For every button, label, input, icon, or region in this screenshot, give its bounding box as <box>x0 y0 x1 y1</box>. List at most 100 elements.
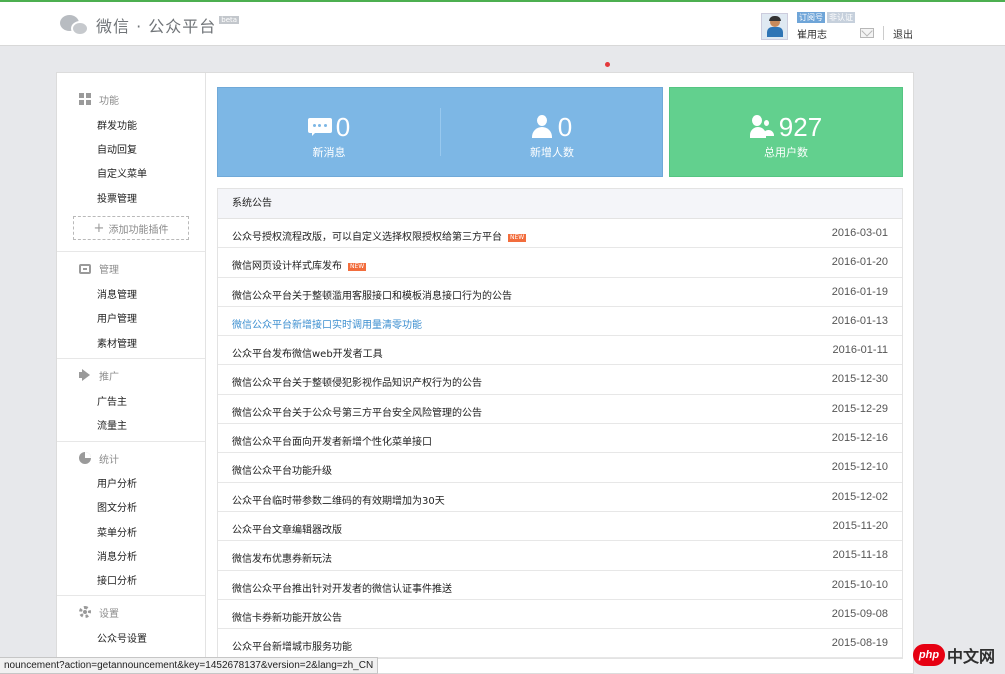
sidebar-item-user-analysis[interactable]: 用户分析 <box>97 475 137 490</box>
inbox-icon <box>79 264 91 274</box>
sidebar-item-account-settings[interactable]: 公众号设置 <box>97 630 147 645</box>
table-row[interactable]: 微信公众平台功能升级 2015-12-10 <box>218 453 902 483</box>
user-icon <box>531 115 552 139</box>
top-bar: 微信 · 公众平台 beta 订阅号 非认证 崔用志 退出 <box>0 0 1005 46</box>
sidebar-item-article-analysis[interactable]: 图文分析 <box>97 499 137 514</box>
total-users-label: 总用户数 <box>764 146 808 159</box>
announcement-title[interactable]: 微信公众平台关于公众号第三方平台安全风险管理的公告 <box>232 404 482 419</box>
stats-card-total: 927 总用户数 <box>669 87 903 177</box>
new-messages-stat[interactable]: 0 新消息 <box>218 88 440 176</box>
new-users-label: 新增人数 <box>530 146 574 159</box>
logout-link[interactable]: 退出 <box>893 26 913 41</box>
table-row[interactable]: 微信公众平台面向开发者新增个性化菜单接口 2015-12-16 <box>218 424 902 454</box>
announcement-list: 系统公告 公众号授权流程改版，可以自定义选择权限授权给第三方平台 NEW 2016-… <box>217 188 903 660</box>
watermark-text: 中文网 <box>947 647 996 666</box>
table-row[interactable]: 公众平台文章编辑器改版 2015-11-20 <box>218 512 902 542</box>
megaphone-icon <box>79 369 91 381</box>
account-name[interactable]: 崔用志 <box>797 26 827 41</box>
sidebar-section-title: 推广 <box>99 371 119 383</box>
new-users-count: 0 <box>557 112 573 142</box>
sidebar: 功能 群发功能 自动回复 自定义菜单 投票管理 + 添加功能插件 管理 消息管理 … <box>57 73 206 673</box>
sidebar-section-settings: 设置 <box>79 605 119 620</box>
new-badge: NEW <box>348 263 367 272</box>
table-row[interactable]: 微信公众平台关于整顿滥用客服接口和模板消息接口行为的公告 2016-01-19 <box>218 278 902 307</box>
announcement-date: 2015-12-10 <box>831 461 888 474</box>
watermark-badge: php <box>913 644 945 666</box>
announcement-title[interactable]: 微信公众平台面向开发者新增个性化菜单接口 <box>232 433 432 448</box>
chat-icon <box>307 118 332 136</box>
sidebar-item-messages[interactable]: 消息管理 <box>97 286 137 301</box>
announcement-title[interactable]: 微信公众平台功能升级 <box>232 462 332 477</box>
sidebar-item-mass-send[interactable]: 群发功能 <box>97 117 137 132</box>
announcement-title[interactable]: 公众平台临时带参数二维码的有效期增加为30天 <box>232 492 445 507</box>
avatar[interactable] <box>761 13 788 40</box>
sidebar-item-auto-reply[interactable]: 自动回复 <box>97 141 137 156</box>
announcement-title[interactable]: 微信卡券新功能开放公告 <box>232 609 342 624</box>
sidebar-divider <box>57 251 205 252</box>
gear-icon <box>79 606 91 618</box>
announcement-date: 2015-08-19 <box>831 637 888 650</box>
table-row[interactable]: 微信发布优惠券新玩法 2015-11-18 <box>218 541 902 571</box>
new-badge: NEW <box>508 234 527 242</box>
sidebar-divider <box>57 595 205 596</box>
logo-text: 微信 · 公众平台 <box>96 17 217 36</box>
announcement-title[interactable]: 微信公众平台新增接口实时调用量清零功能 <box>232 316 422 331</box>
table-row[interactable]: 微信卡券新功能开放公告 2015-09-08 <box>218 600 902 630</box>
table-row[interactable]: 微信公众平台关于公众号第三方平台安全风险管理的公告 2015-12-29 <box>218 395 902 425</box>
announcement-title[interactable]: 微信发布优惠券新玩法 <box>232 550 332 565</box>
announcement-rows: 公众号授权流程改版，可以自定义选择权限授权给第三方平台 NEW 2016-03-01… <box>218 219 902 659</box>
table-row[interactable]: 微信网页设计样式库发布 NEW 2016-01-20 <box>218 248 902 278</box>
announcement-date: 2015-12-02 <box>831 490 888 503</box>
announcement-title[interactable]: 微信公众平台关于整顿侵犯影视作品知识产权行为的公告 <box>232 374 482 389</box>
table-row[interactable]: 公众平台临时带参数二维码的有效期增加为30天 2015-12-02 <box>218 483 902 512</box>
wechat-logo-icon <box>60 13 90 37</box>
total-users-count: 927 <box>778 112 823 142</box>
announcement-date: 2016-01-13 <box>831 314 888 327</box>
beta-badge: beta <box>219 16 240 24</box>
announcement-date: 2016-01-11 <box>832 344 888 357</box>
table-row[interactable]: 微信公众平台推出针对开发者的微信认证事件推送 2015-10-10 <box>218 571 902 600</box>
announcement-date: 2016-01-19 <box>831 285 888 298</box>
table-row[interactable]: 公众号授权流程改版，可以自定义选择权限授权给第三方平台 NEW 2016-03-01 <box>218 219 902 249</box>
users-icon <box>749 115 776 139</box>
announcement-date: 2015-12-16 <box>831 432 888 445</box>
sidebar-divider <box>57 441 205 442</box>
sidebar-item-menu-analysis[interactable]: 菜单分析 <box>97 524 137 539</box>
sidebar-section-title: 管理 <box>99 264 119 276</box>
announcement-date: 2016-01-20 <box>831 256 888 269</box>
announcement-date: 2015-11-18 <box>832 549 888 562</box>
announcement-title[interactable]: 公众平台文章编辑器改版 <box>232 521 342 536</box>
plus-icon: + <box>93 220 105 236</box>
sidebar-item-vote[interactable]: 投票管理 <box>97 190 137 205</box>
new-users-stat[interactable]: 0 新增人数 <box>441 88 663 176</box>
add-plugin-label: 添加功能插件 <box>108 224 169 236</box>
wechat-platform-logo[interactable]: 微信 · 公众平台 beta <box>60 10 240 40</box>
header-divider <box>883 26 884 40</box>
announcement-header: 系统公告 <box>218 189 902 219</box>
sidebar-item-publisher[interactable]: 流量主 <box>97 417 127 432</box>
announcement-title[interactable]: 微信公众平台推出针对开发者的微信认证事件推送 <box>232 580 452 595</box>
table-row[interactable]: 微信公众平台关于整顿侵犯影视作品知识产权行为的公告 2015-12-30 <box>218 365 902 395</box>
sidebar-item-advertiser[interactable]: 广告主 <box>97 393 127 408</box>
total-users-stat[interactable]: 927 总用户数 <box>670 88 902 176</box>
announcement-title-wrap: 微信网页设计样式库发布 NEW <box>232 257 367 272</box>
announcement-title[interactable]: 公众平台发布微信web开发者工具 <box>232 345 383 360</box>
sidebar-item-custom-menu[interactable]: 自定义菜单 <box>97 165 147 180</box>
announcement-title[interactable]: 微信网页设计样式库发布 <box>232 261 342 272</box>
announcement-title[interactable]: 公众平台新增城市服务功能 <box>232 638 352 653</box>
announcement-title[interactable]: 微信公众平台关于整顿滥用客服接口和模板消息接口行为的公告 <box>232 287 512 302</box>
sidebar-item-materials[interactable]: 素材管理 <box>97 335 137 350</box>
sidebar-item-users[interactable]: 用户管理 <box>97 310 137 325</box>
sidebar-item-api-analysis[interactable]: 接口分析 <box>97 572 137 587</box>
sidebar-section-title: 设置 <box>99 608 119 620</box>
table-row[interactable]: 公众平台发布微信web开发者工具 2016-01-11 <box>218 336 902 366</box>
announcement-date: 2015-12-30 <box>831 373 888 386</box>
stats-card-activity: 0 新消息 0 新增人数 <box>217 87 663 177</box>
add-plugin-button[interactable]: + 添加功能插件 <box>73 216 189 240</box>
grid-icon <box>79 93 91 105</box>
announcement-title[interactable]: 公众号授权流程改版，可以自定义选择权限授权给第三方平台 <box>232 232 502 243</box>
table-row[interactable]: 微信公众平台新增接口实时调用量清零功能 2016-01-13 <box>218 307 902 337</box>
sidebar-item-message-analysis[interactable]: 消息分析 <box>97 548 137 563</box>
table-row[interactable]: 公众平台新增城市服务功能 2015-08-19 <box>218 629 902 659</box>
mail-icon[interactable] <box>860 28 874 38</box>
